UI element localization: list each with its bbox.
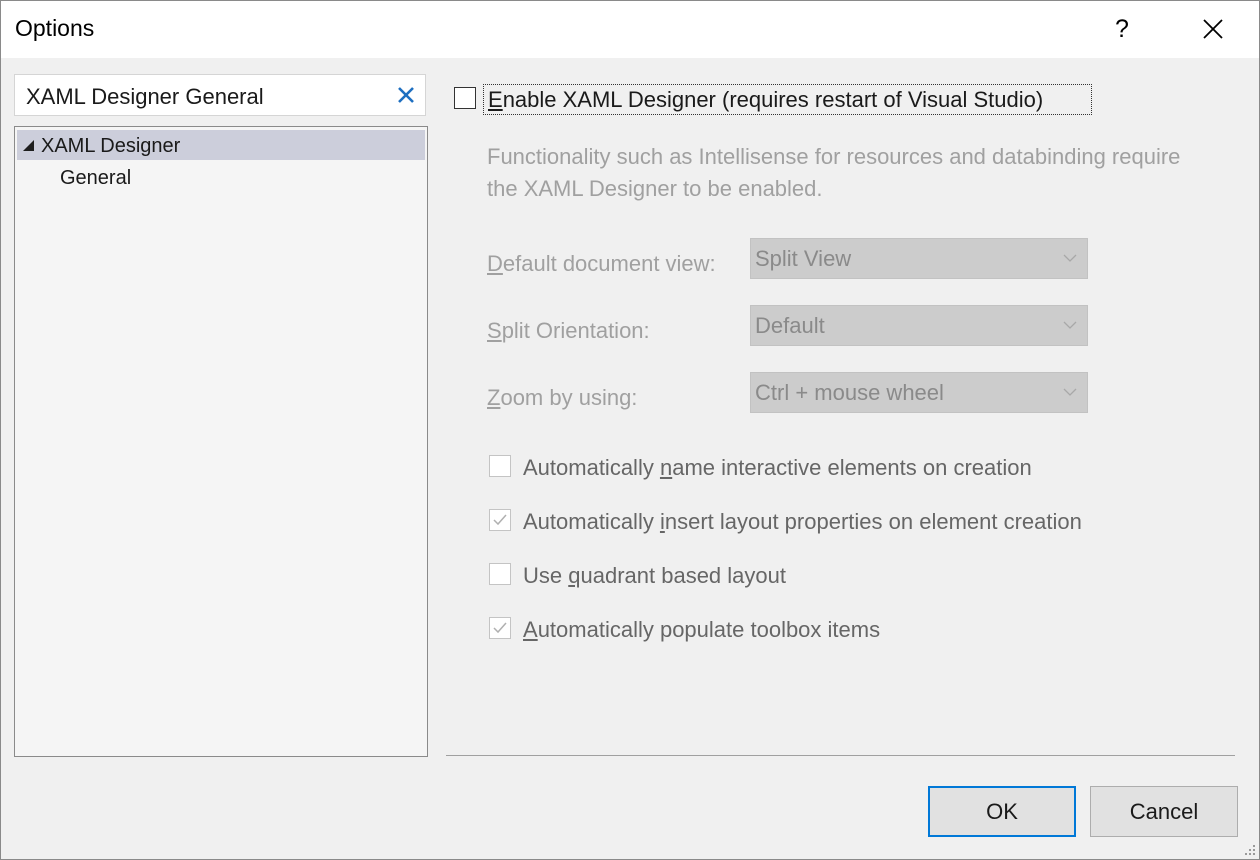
auto-name-checkbox[interactable] [489,455,511,477]
tree-item-general[interactable]: General [17,163,425,193]
checkmark-icon [493,622,507,634]
zoom-dropdown[interactable]: Ctrl + mouse wheel [750,372,1088,413]
document-view-dropdown[interactable]: Split View [750,238,1088,279]
accelerator-key: S [487,318,502,343]
clear-icon [398,87,414,103]
label-text: nable XAML Designer (requires restart of… [502,87,1044,112]
tree-item-label: General [60,167,132,189]
split-orientation-label: Split Orientation: [487,318,650,344]
label-text: oom by using: [500,385,638,410]
close-icon [1203,19,1223,39]
zoom-label: Zoom by using: [487,385,637,411]
resize-grip-icon[interactable] [1244,844,1256,856]
enable-designer-checkbox[interactable] [454,87,476,109]
accelerator-key: n [659,455,673,480]
populate-toolbox-checkbox[interactable] [489,617,511,639]
label-text: utomatically populate toolbox items [537,617,881,642]
label-text: nsert layout properties on element creat… [664,509,1082,534]
label-text: Use [523,563,569,588]
title-bar: Options ? [1,1,1259,58]
label-text: ame interactive elements on creation [672,455,1032,480]
search-input[interactable] [26,84,386,110]
description-text: Functionality such as Intellisense for r… [487,144,1181,201]
chevron-down-icon [1063,388,1077,396]
populate-toolbox-label[interactable]: Automatically populate toolbox items [523,617,880,643]
checkmark-icon [493,514,507,526]
dropdown-value: Default [755,313,825,338]
tree-item-xaml-designer[interactable]: XAML Designer [17,130,425,160]
close-button[interactable] [1187,3,1239,55]
search-box [14,74,426,116]
quadrant-layout-checkbox[interactable] [489,563,511,585]
accelerator-key: D [487,251,503,276]
quadrant-layout-label[interactable]: Use quadrant based layout [523,563,786,589]
tree-item-label: XAML Designer [41,135,181,157]
label-text: efault document view: [502,251,716,276]
auto-layout-checkbox[interactable] [489,509,511,531]
cancel-button[interactable]: Cancel [1090,786,1238,837]
chevron-down-icon [1063,254,1077,262]
chevron-down-icon [1063,321,1077,329]
label-text: Automatically [523,509,660,534]
ok-button[interactable]: OK [928,786,1076,837]
options-tree: XAML Designer General [14,126,428,757]
options-dialog: Options ? XAML Designer General E [0,0,1260,860]
label-text: plit Orientation: [501,318,650,343]
clear-search-button[interactable] [395,84,417,106]
auto-name-label[interactable]: Automatically name interactive elements … [523,455,1032,481]
dropdown-value: Ctrl + mouse wheel [755,380,944,405]
accelerator-key: A [523,617,538,642]
enable-designer-label[interactable]: Enable XAML Designer (requires restart o… [488,87,1043,113]
dropdown-value: Split View [755,246,852,271]
split-orientation-dropdown[interactable]: Default [750,305,1088,346]
expand-arrow-icon[interactable] [23,140,34,151]
accelerator-key: Z [487,385,501,410]
accelerator-key: E [488,87,503,112]
label-text: Automatically [523,455,660,480]
separator-line [446,755,1235,756]
label-text: uadrant based layout [580,563,787,588]
document-view-label: Default document view: [487,251,716,277]
auto-layout-label[interactable]: Automatically insert layout properties o… [523,509,1082,535]
dialog-title: Options [15,15,95,41]
help-button[interactable]: ? [1096,3,1148,55]
accelerator-key: q [568,563,581,588]
